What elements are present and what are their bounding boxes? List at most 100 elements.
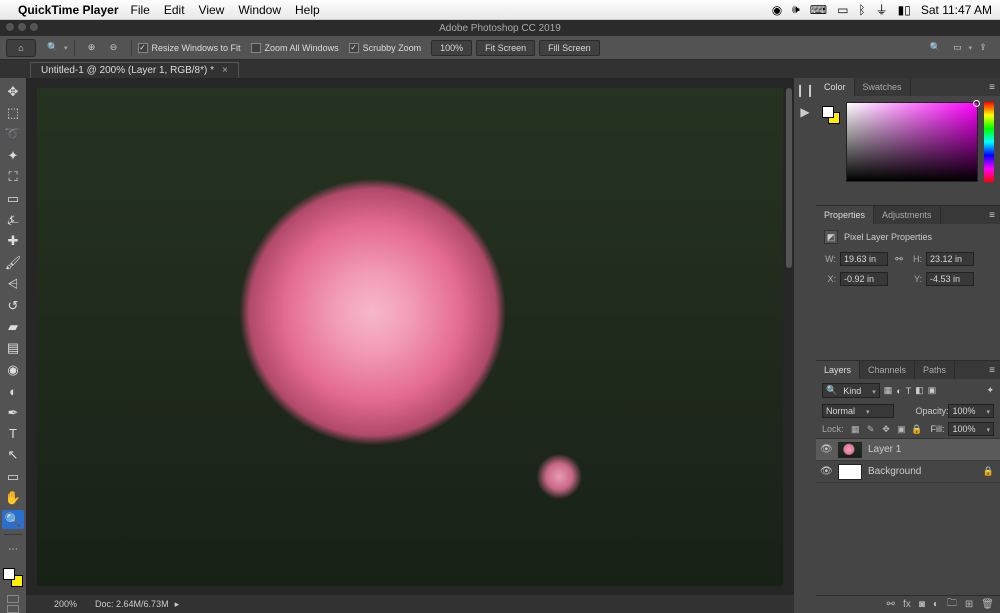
filter-smart-icon[interactable]: ▣ — [928, 385, 937, 396]
visibility-icon[interactable]: 👁 — [820, 444, 832, 455]
fill-screen-button[interactable]: Fill Screen — [539, 40, 600, 56]
filter-pixel-icon[interactable]: ▦ — [884, 385, 893, 396]
stamp-tool[interactable]: ⩤ — [2, 275, 24, 294]
layer-filter-select[interactable]: 🔍Kind — [822, 383, 880, 398]
actions-panel-icon[interactable]: ▶ — [797, 104, 813, 120]
pen-tool[interactable]: ✒ — [2, 403, 24, 422]
screen-mode-icon[interactable] — [7, 605, 19, 613]
zoom-window-icon[interactable] — [30, 23, 38, 31]
menu-view[interactable]: View — [199, 3, 225, 17]
menubar-app-name[interactable]: QuickTime Player — [18, 3, 119, 17]
prop-x-input[interactable] — [840, 272, 888, 286]
type-tool[interactable]: T — [2, 424, 24, 443]
delete-layer-icon[interactable]: 🗑 — [981, 599, 994, 610]
move-tool[interactable]: ✥ — [2, 82, 24, 101]
quick-mask-icon[interactable] — [7, 595, 19, 603]
color-selector-icon[interactable] — [973, 100, 980, 107]
layer-name[interactable]: Layer 1 — [868, 444, 901, 455]
filter-toggle-icon[interactable]: ✦ — [986, 385, 994, 396]
history-panel-icon[interactable]: ❙❙ — [797, 82, 813, 98]
path-select-tool[interactable]: ↖ — [2, 446, 24, 465]
filter-shape-icon[interactable]: ◧ — [915, 385, 924, 396]
new-layer-icon[interactable]: ⊞ — [965, 599, 973, 610]
share-icon[interactable]: ⇪ — [976, 41, 990, 55]
fit-screen-button[interactable]: Fit Screen — [476, 40, 535, 56]
status-bluetooth-icon[interactable]: ᛒ — [858, 3, 865, 17]
tab-paths[interactable]: Paths — [915, 361, 955, 379]
gradient-tool[interactable]: ▤ — [2, 339, 24, 358]
scrubby-zoom-checkbox[interactable] — [349, 43, 359, 53]
filter-adjust-icon[interactable]: ◐ — [896, 386, 901, 396]
link-wh-icon[interactable]: ⚯ — [892, 254, 906, 265]
healing-tool[interactable]: ✚ — [2, 232, 24, 251]
frame-tool[interactable]: ▭ — [2, 189, 24, 208]
status-zoom[interactable]: 200% — [54, 599, 77, 609]
zoom-in-icon[interactable]: ⊕ — [85, 41, 99, 55]
tab-color[interactable]: Color — [816, 78, 855, 96]
vertical-scrollbar[interactable] — [786, 88, 792, 268]
blur-tool[interactable]: ◉ — [2, 360, 24, 379]
hand-tool[interactable]: ✋ — [2, 488, 24, 507]
menu-help[interactable]: Help — [295, 3, 320, 17]
fx-icon[interactable]: fx — [903, 599, 911, 610]
home-button[interactable]: ⌂ — [6, 39, 36, 57]
shape-tool[interactable]: ▭ — [2, 467, 24, 486]
status-battery-icon[interactable]: ▮▯ — [898, 3, 911, 17]
lock-transparency-icon[interactable]: ▦ — [850, 423, 861, 435]
menu-file[interactable]: File — [131, 3, 150, 17]
mask-icon[interactable]: ◙ — [919, 599, 925, 610]
tool-preset-icon[interactable]: 🔍 — [46, 41, 60, 55]
prop-y-input[interactable] — [926, 272, 974, 286]
tab-swatches[interactable]: Swatches — [855, 78, 911, 96]
lasso-tool[interactable]: ➰ — [2, 125, 24, 144]
lock-position-icon[interactable]: ✥ — [880, 423, 891, 435]
brush-tool[interactable]: 🖌 — [2, 253, 24, 272]
quick-select-tool[interactable]: ✦ — [2, 146, 24, 165]
zoom-100-button[interactable]: 100% — [431, 40, 472, 56]
adjustment-layer-icon[interactable]: ◐ — [933, 599, 939, 610]
zoom-tool[interactable]: 🔍 — [2, 510, 24, 529]
color-panel-menu-icon[interactable]: ≡ — [984, 78, 1000, 96]
color-panel-swatches[interactable] — [822, 106, 840, 124]
layer-thumbnail[interactable] — [838, 442, 862, 458]
status-keyboard-icon[interactable]: ⌨ — [810, 3, 827, 17]
layer-lock-icon[interactable]: 🔒 — [983, 466, 994, 477]
tab-adjustments[interactable]: Adjustments — [874, 206, 941, 224]
filter-type-icon[interactable]: T — [906, 386, 912, 396]
lock-artboard-icon[interactable]: ▣ — [896, 423, 907, 435]
cp-foreground-swatch[interactable] — [822, 106, 834, 118]
menubar-clock[interactable]: Sat 11:47 AM — [921, 3, 992, 17]
zoom-all-checkbox[interactable] — [251, 43, 261, 53]
prop-width-input[interactable] — [840, 252, 888, 266]
fill-input[interactable]: 100% — [948, 422, 994, 436]
minimize-window-icon[interactable] — [18, 23, 26, 31]
zoom-out-icon[interactable]: ⊖ — [107, 41, 121, 55]
eyedropper-tool[interactable]: ⍼ — [2, 210, 24, 229]
search-icon[interactable]: 🔍 — [928, 41, 942, 55]
menu-edit[interactable]: Edit — [164, 3, 185, 17]
properties-panel-menu-icon[interactable]: ≡ — [984, 206, 1000, 224]
status-wifi-icon[interactable]: ⏚ — [876, 1, 888, 18]
layer-name[interactable]: Background — [868, 466, 921, 477]
opacity-input[interactable]: 100% — [948, 404, 994, 418]
tab-properties[interactable]: Properties — [816, 206, 874, 224]
eraser-tool[interactable]: ▰ — [2, 317, 24, 336]
marquee-tool[interactable]: ⬚ — [2, 103, 24, 122]
prop-height-input[interactable] — [926, 252, 974, 266]
layer-row[interactable]: 👁 Layer 1 — [816, 439, 1000, 461]
close-tab-icon[interactable]: × — [222, 65, 228, 76]
tab-layers[interactable]: Layers — [816, 361, 860, 379]
layer-thumbnail[interactable] — [838, 464, 862, 480]
blend-mode-select[interactable]: Normal — [822, 404, 894, 418]
status-display-icon[interactable]: ▭ — [837, 3, 848, 17]
dodge-tool[interactable]: ◐ — [2, 381, 24, 400]
status-menu-icon[interactable]: ▸ — [175, 599, 180, 609]
lock-all-icon[interactable]: 🔒 — [911, 423, 922, 435]
layer-row[interactable]: 👁 Background 🔒 — [816, 461, 1000, 483]
crop-tool[interactable]: ⛶ — [2, 168, 24, 187]
lock-paint-icon[interactable]: ✎ — [865, 423, 876, 435]
document-canvas[interactable] — [26, 78, 794, 595]
tab-channels[interactable]: Channels — [860, 361, 915, 379]
status-screenrec-icon[interactable]: ◉ — [772, 3, 782, 17]
foreground-background-colors[interactable] — [3, 568, 23, 587]
